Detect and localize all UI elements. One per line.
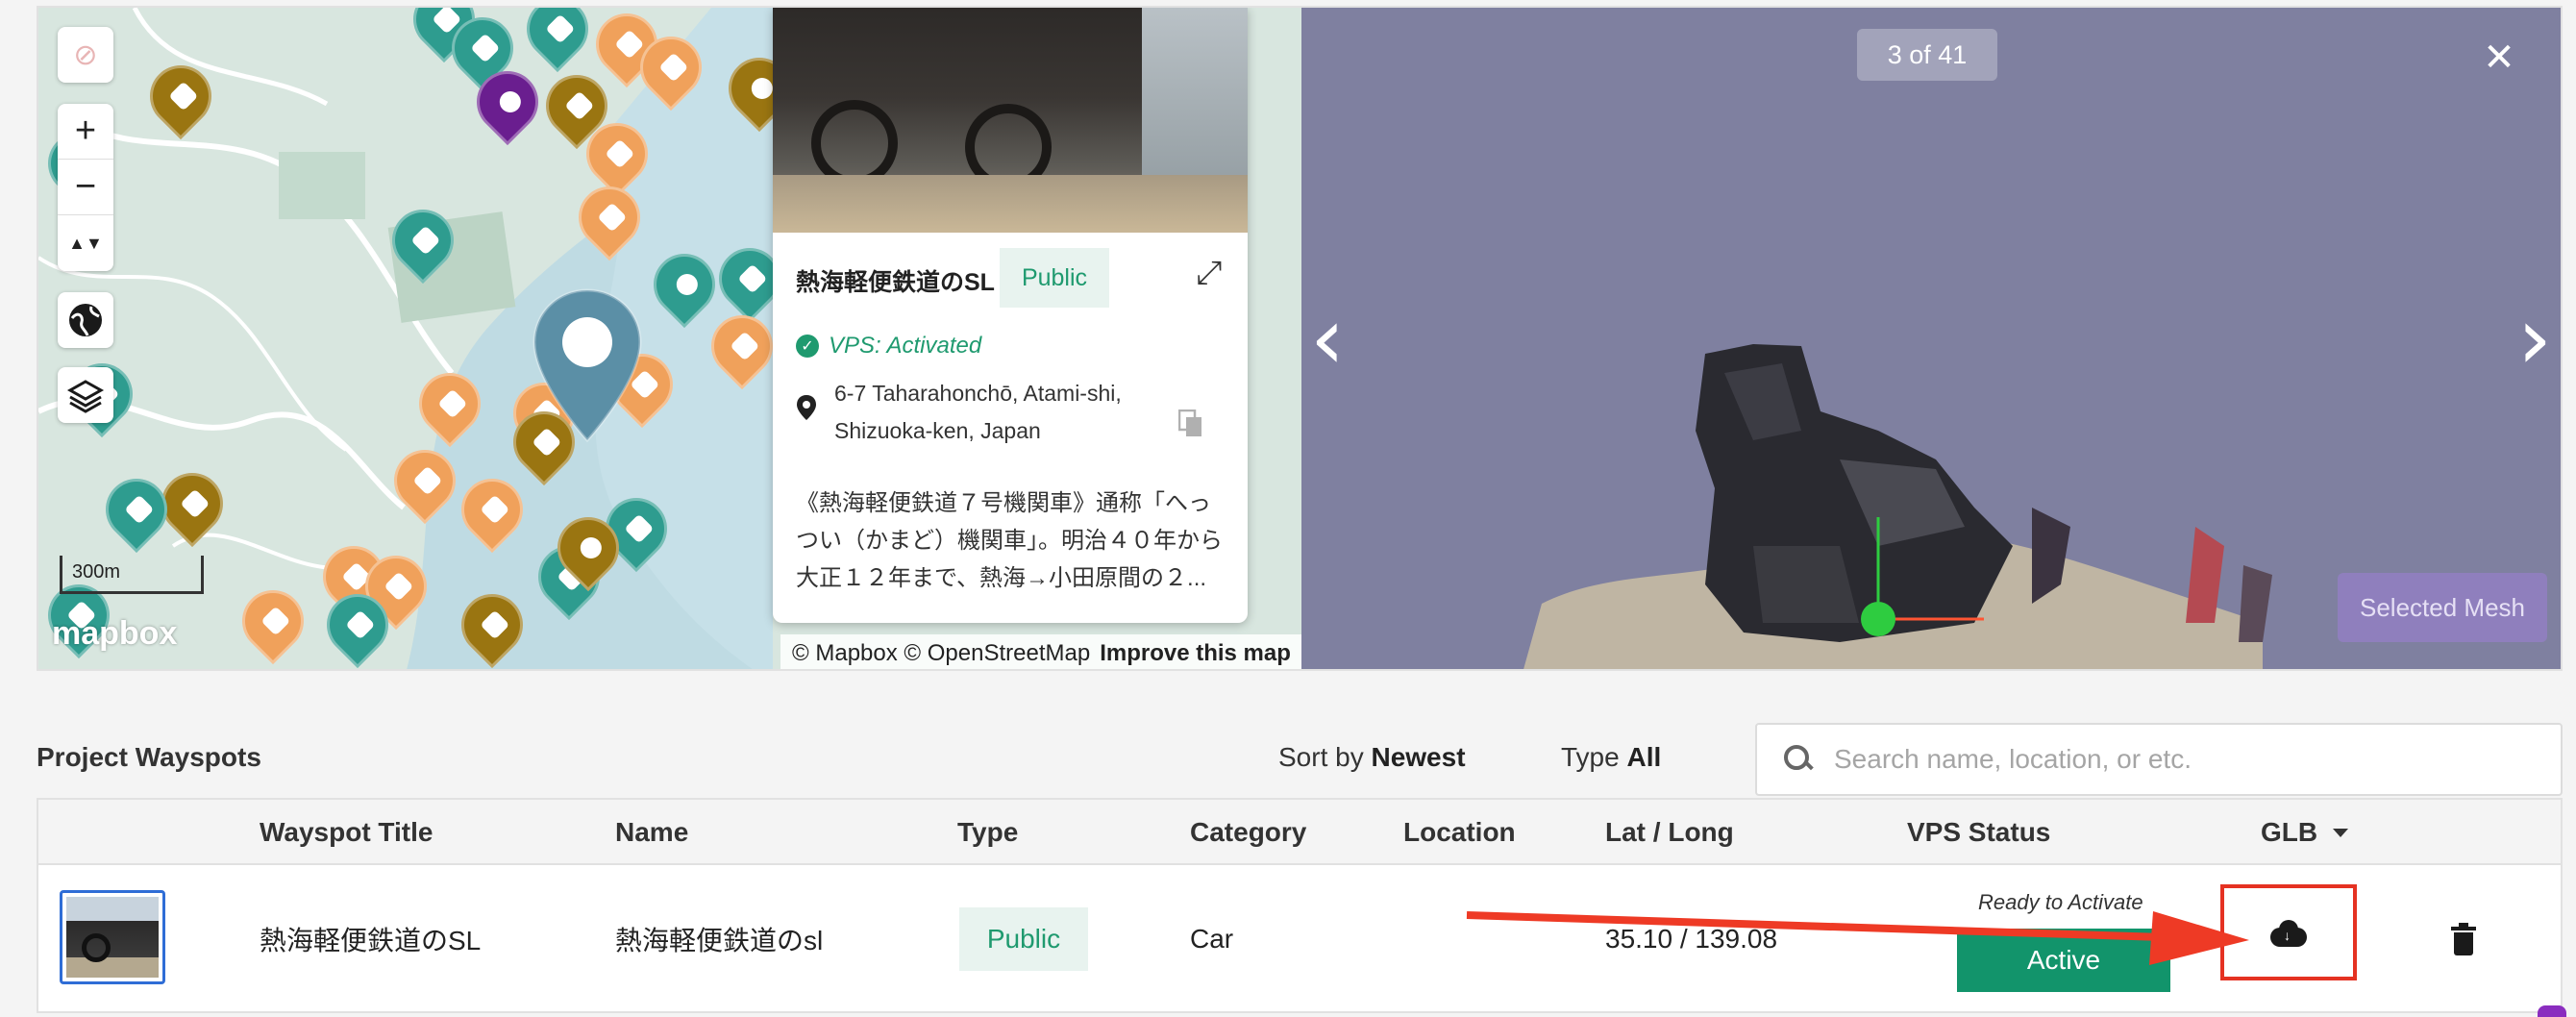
slide-counter: 3 of 41 — [1857, 29, 1997, 81]
map-view[interactable]: ⊘ + − ▲▼ 300m mapbox © Mapbox © OpenStre… — [38, 8, 1301, 669]
sort-dropdown[interactable]: Sort by Newest — [1278, 742, 1466, 773]
popup-vps-status: ✓ VPS: Activated — [796, 333, 981, 360]
activate-button[interactable]: Active — [1957, 929, 2170, 992]
chevron-left-icon[interactable]: ‹ — [1303, 296, 1351, 383]
column-glb-label: GLB — [2261, 817, 2318, 847]
check-circle-icon: ✓ — [796, 335, 819, 358]
cell-lat-long: 35.10 / 139.08 — [1605, 924, 1778, 954]
type-value: All — [1626, 742, 1662, 772]
caret-down-icon — [2333, 828, 2349, 837]
sort-prefix: Sort by — [1278, 742, 1364, 772]
section-title: Project Wayspots — [37, 742, 261, 772]
corner-badge — [2538, 1005, 2566, 1017]
column-category[interactable]: Category — [1190, 800, 1306, 865]
selected-mesh-button[interactable]: Selected Mesh — [2338, 573, 2547, 642]
mapbox-logo: mapbox — [52, 615, 178, 652]
wayspot-table: Wayspot Title Name Type Category Locatio… — [37, 798, 2563, 1013]
cell-type-badge: Public — [959, 907, 1088, 971]
mesh-viewer[interactable]: 3 of 41 ✕ ‹ › Selected Mesh — [1301, 8, 2561, 669]
copy-icon[interactable] — [1177, 409, 1207, 442]
search-box — [1755, 723, 2563, 796]
table-header: Wayspot Title Name Type Category Locatio… — [38, 800, 2561, 865]
selected-map-pin[interactable] — [531, 286, 644, 444]
cloud-download-icon[interactable]: ↓ — [2270, 920, 2307, 947]
globe-icon[interactable] — [58, 292, 113, 348]
search-icon — [1784, 745, 1813, 774]
popup-title: 熱海軽便鉄道のSL — [796, 269, 995, 296]
search-input[interactable] — [1834, 744, 2545, 775]
cell-wayspot-title: 熱海軽便鉄道のSL — [260, 926, 482, 955]
close-icon[interactable]: ✕ — [2478, 37, 2520, 79]
glb-download-highlight: ↓ — [2220, 884, 2357, 980]
type-prefix: Type — [1561, 742, 1620, 772]
compass-button[interactable]: ▲▼ — [58, 215, 113, 271]
map-attribution: © Mapbox © OpenStreetMap Improve this ma… — [780, 634, 1301, 669]
table-row[interactable]: 熱海軽便鉄道のSL 熱海軽便鉄道のsl Public Car 35.10 / 1… — [38, 867, 2561, 1011]
column-type[interactable]: Type — [957, 800, 1018, 865]
cell-category: Car — [1190, 924, 1234, 954]
sort-value: Newest — [1371, 742, 1466, 772]
top-panel: ⊘ + − ▲▼ 300m mapbox © Mapbox © OpenStre… — [37, 6, 2563, 671]
column-glb[interactable]: GLB — [2261, 800, 2349, 865]
column-wayspot-title[interactable]: Wayspot Title — [260, 800, 433, 865]
zoom-in-button[interactable]: + — [58, 104, 113, 160]
address-line-1: 6-7 Taharahonchō, Atami-shi, — [834, 381, 1122, 406]
trash-icon[interactable] — [2451, 923, 2476, 955]
wayspot-thumbnail[interactable] — [60, 890, 165, 984]
type-filter-dropdown[interactable]: Type All — [1561, 742, 1661, 773]
column-location[interactable]: Location — [1403, 800, 1516, 865]
popup-type-badge: Public — [1000, 248, 1109, 308]
popup-description: 《熱海軽便鉄道７号機関車》通称「へっつい（かまど）機関車」。明治４０年から大正１… — [796, 490, 1223, 591]
vps-status-text: VPS: Activated — [829, 333, 982, 359]
zoom-out-button[interactable]: − — [58, 160, 113, 215]
vps-hint: Ready to Activate — [1978, 890, 2143, 914]
layers-icon[interactable] — [58, 367, 113, 423]
column-lat-long[interactable]: Lat / Long — [1605, 800, 1734, 865]
improve-map-link[interactable]: Improve this map — [1100, 640, 1291, 667]
mesh-render — [1523, 344, 2272, 669]
map-scale: 300m — [60, 556, 204, 594]
map-pin-icon — [796, 375, 819, 450]
chevron-right-icon[interactable]: › — [2511, 296, 2559, 383]
column-vps-status[interactable]: VPS Status — [1907, 800, 2050, 865]
column-name[interactable]: Name — [615, 800, 688, 865]
expand-icon[interactable]: ⤢ — [1188, 252, 1230, 294]
wayspot-popup: 熱海軽便鉄道のSL Public ⤢ ✓ VPS: Activated 6-7 … — [773, 8, 1248, 623]
popup-address: 6-7 Taharahonchō, Atami-shi, Shizuoka-ke… — [796, 375, 1228, 450]
cell-name: 熱海軽便鉄道のsl — [615, 926, 824, 955]
address-line-2: Shizuoka-ken, Japan — [834, 418, 1041, 443]
location-off-icon[interactable]: ⊘ — [58, 27, 113, 83]
attribution-text[interactable]: © Mapbox © OpenStreetMap — [792, 640, 1090, 667]
zoom-controls: + − ▲▼ — [58, 104, 113, 271]
wayspot-photo — [773, 8, 1248, 233]
